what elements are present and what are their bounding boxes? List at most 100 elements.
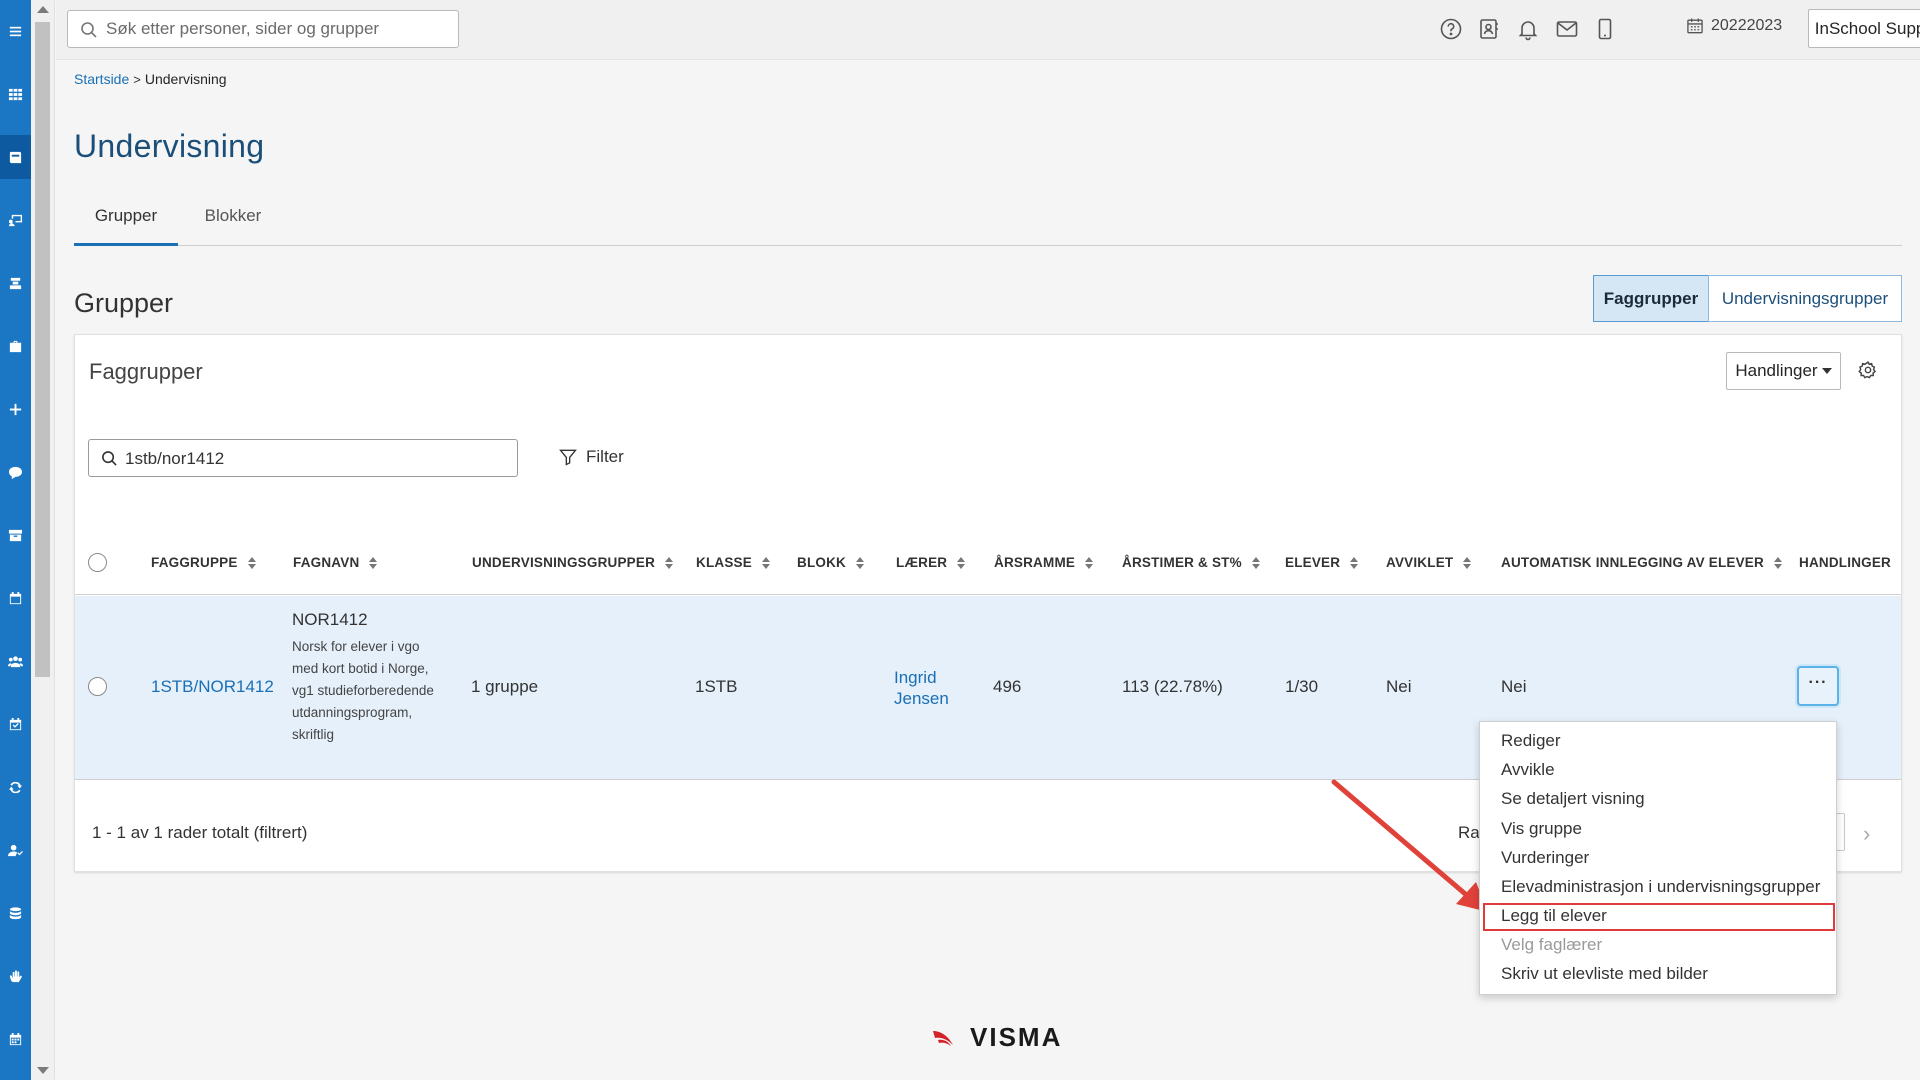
- top-bar: 20222023 InSchool Support: [56, 0, 1920, 60]
- book-icon[interactable]: [0, 135, 31, 179]
- calendar-icon[interactable]: [0, 576, 31, 620]
- ellipsis-icon: ···: [1808, 674, 1828, 691]
- chevron-right-icon[interactable]: ›: [1863, 821, 1870, 847]
- section-title: Grupper: [74, 288, 174, 318]
- contact-card-icon[interactable]: [1476, 16, 1502, 42]
- row-checkbox[interactable]: [88, 677, 107, 696]
- filter-label: Filter: [586, 447, 624, 466]
- column-header-faggruppe[interactable]: FAGGRUPPE: [151, 555, 256, 570]
- mail-icon[interactable]: [1554, 16, 1580, 42]
- column-header-blokk[interactable]: BLOKK: [797, 555, 864, 570]
- tab-blokker[interactable]: Blokker: [198, 206, 268, 246]
- filter-button[interactable]: Filter: [558, 447, 624, 467]
- scroll-down-arrow-icon[interactable]: [37, 1067, 49, 1074]
- global-search-input[interactable]: [106, 17, 451, 41]
- breadcrumb-home-link[interactable]: Startside: [74, 71, 129, 87]
- cell-fagkode: NOR1412: [292, 610, 368, 629]
- column-label: AVVIKLET: [1386, 555, 1454, 570]
- group-search-input[interactable]: [125, 447, 505, 471]
- column-header-handlinger: HANDLINGER: [1799, 555, 1891, 570]
- group-icon[interactable]: [0, 639, 31, 683]
- column-label: ÅRSRAMME: [994, 555, 1076, 570]
- column-label: ÅRSTIMER & ST%: [1122, 555, 1242, 570]
- calendar-grid-icon[interactable]: [0, 1017, 31, 1061]
- briefcase-icon[interactable]: [0, 324, 31, 368]
- menu-item-elevadministrasjon[interactable]: Elevadministrasjon i undervisningsgruppe…: [1501, 877, 1820, 897]
- menu-item-legg-til-elever[interactable]: Legg til elever: [1501, 906, 1607, 926]
- column-header-fagnavn[interactable]: FAGNAVN: [293, 555, 378, 570]
- column-header-elever[interactable]: ELEVER: [1285, 555, 1359, 570]
- cell-arstimer: 113 (22.78%): [1122, 677, 1223, 696]
- annotation-arrow: [1331, 779, 1488, 912]
- sync-icon[interactable]: [0, 765, 31, 809]
- row-actions-menu: Rediger Avvikle Se detaljert visning Vis…: [1479, 721, 1837, 995]
- cell-faggruppe-link[interactable]: 1STB/NOR1412: [151, 677, 274, 697]
- column-header-laerer[interactable]: LÆRER: [896, 555, 966, 570]
- column-header-klasse[interactable]: KLASSE: [696, 555, 770, 570]
- cell-automatisk: Nei: [1501, 677, 1527, 696]
- menu-item-rediger[interactable]: Rediger: [1501, 731, 1561, 751]
- apps-grid-icon[interactable]: [0, 72, 31, 116]
- bell-icon[interactable]: [1515, 16, 1541, 42]
- column-header-automatisk-innlegging[interactable]: AUTOMATISK INNLEGGING AV ELEVER: [1501, 555, 1782, 570]
- column-header-undervisningsgrupper[interactable]: UNDERVISNINGSGRUPPER: [472, 555, 674, 570]
- menu-item-vis-gruppe[interactable]: Vis gruppe: [1501, 819, 1582, 839]
- user-check-icon[interactable]: [0, 828, 31, 872]
- sort-icon: [247, 556, 256, 569]
- menu-item-velg-faglaerer: Velg faglærer: [1501, 935, 1603, 954]
- table-header: FAGGRUPPE FAGNAVN UNDERVISNINGSGRUPPER K…: [75, 531, 1901, 595]
- chat-icon[interactable]: [0, 450, 31, 494]
- cell-laerer-link[interactable]: Ingrid Jensen: [894, 667, 954, 709]
- select-all-checkbox[interactable]: [88, 553, 107, 572]
- page-title: Undervisning: [74, 128, 265, 164]
- page-scrollbar[interactable]: [31, 0, 55, 1080]
- visma-swoosh-icon: [933, 1030, 953, 1046]
- menu-item-se-detaljert-visning[interactable]: Se detaljert visning: [1501, 789, 1645, 809]
- database-icon[interactable]: [0, 891, 31, 935]
- column-label: AUTOMATISK INNLEGGING AV ELEVER: [1501, 555, 1764, 570]
- search-icon: [81, 22, 97, 38]
- caret-down-icon: [1821, 368, 1832, 374]
- student-icon[interactable]: [0, 261, 31, 305]
- actions-label: Handlinger: [1735, 361, 1818, 380]
- breadcrumb-separator: >: [133, 71, 141, 87]
- column-label: BLOKK: [797, 555, 846, 570]
- column-label: HANDLINGER: [1799, 555, 1891, 570]
- sort-icon: [1463, 556, 1472, 569]
- sort-icon: [1085, 556, 1094, 569]
- segment-faggrupper[interactable]: Faggrupper: [1593, 275, 1709, 322]
- presentation-icon[interactable]: [0, 198, 31, 242]
- menu-item-avvikle[interactable]: Avvikle: [1501, 760, 1555, 780]
- tab-grupper[interactable]: Grupper: [74, 206, 178, 246]
- scrollbar-thumb[interactable]: [35, 22, 50, 677]
- row-actions-more-button[interactable]: ···: [1797, 666, 1839, 706]
- cell-fagnavn: Norsk for elever i vgo med kort botid i …: [292, 639, 434, 742]
- gear-icon[interactable]: [1858, 360, 1878, 380]
- scroll-up-arrow-icon[interactable]: [37, 6, 49, 13]
- hand-icon[interactable]: [0, 954, 31, 998]
- user-menu-label: InSchool Support: [1814, 18, 1920, 38]
- menu-item-skriv-ut-elevliste[interactable]: Skriv ut elevliste med bilder: [1501, 964, 1708, 984]
- menu-icon[interactable]: [0, 9, 31, 53]
- breadcrumb: Startside > Undervisning: [74, 71, 227, 87]
- group-search-field[interactable]: [88, 439, 518, 477]
- column-header-avviklet[interactable]: AVVIKLET: [1386, 555, 1472, 570]
- global-search[interactable]: [67, 10, 459, 48]
- actions-dropdown-button[interactable]: Handlinger: [1726, 352, 1841, 390]
- mobile-icon[interactable]: [1592, 16, 1618, 42]
- page-tabs: Grupper Blokker: [74, 200, 1902, 246]
- user-menu-button[interactable]: InSchool Support: [1808, 9, 1920, 48]
- calendar-check-icon[interactable]: [0, 702, 31, 746]
- school-year-selector[interactable]: 20222023: [1685, 16, 1782, 36]
- sort-icon: [1251, 556, 1260, 569]
- column-header-arsramme[interactable]: ÅRSRAMME: [994, 555, 1094, 570]
- menu-item-vurderinger[interactable]: Vurderinger: [1501, 848, 1589, 868]
- plus-icon[interactable]: [0, 387, 31, 431]
- help-icon[interactable]: [1438, 16, 1464, 42]
- column-label: KLASSE: [696, 555, 752, 570]
- card-title: Faggrupper: [89, 359, 203, 384]
- archive-icon[interactable]: [0, 513, 31, 557]
- segment-undervisningsgrupper[interactable]: Undervisningsgrupper: [1708, 275, 1902, 322]
- column-header-arstimer[interactable]: ÅRSTIMER & ST%: [1122, 555, 1260, 570]
- visma-wordmark: VISMA: [970, 1022, 1063, 1052]
